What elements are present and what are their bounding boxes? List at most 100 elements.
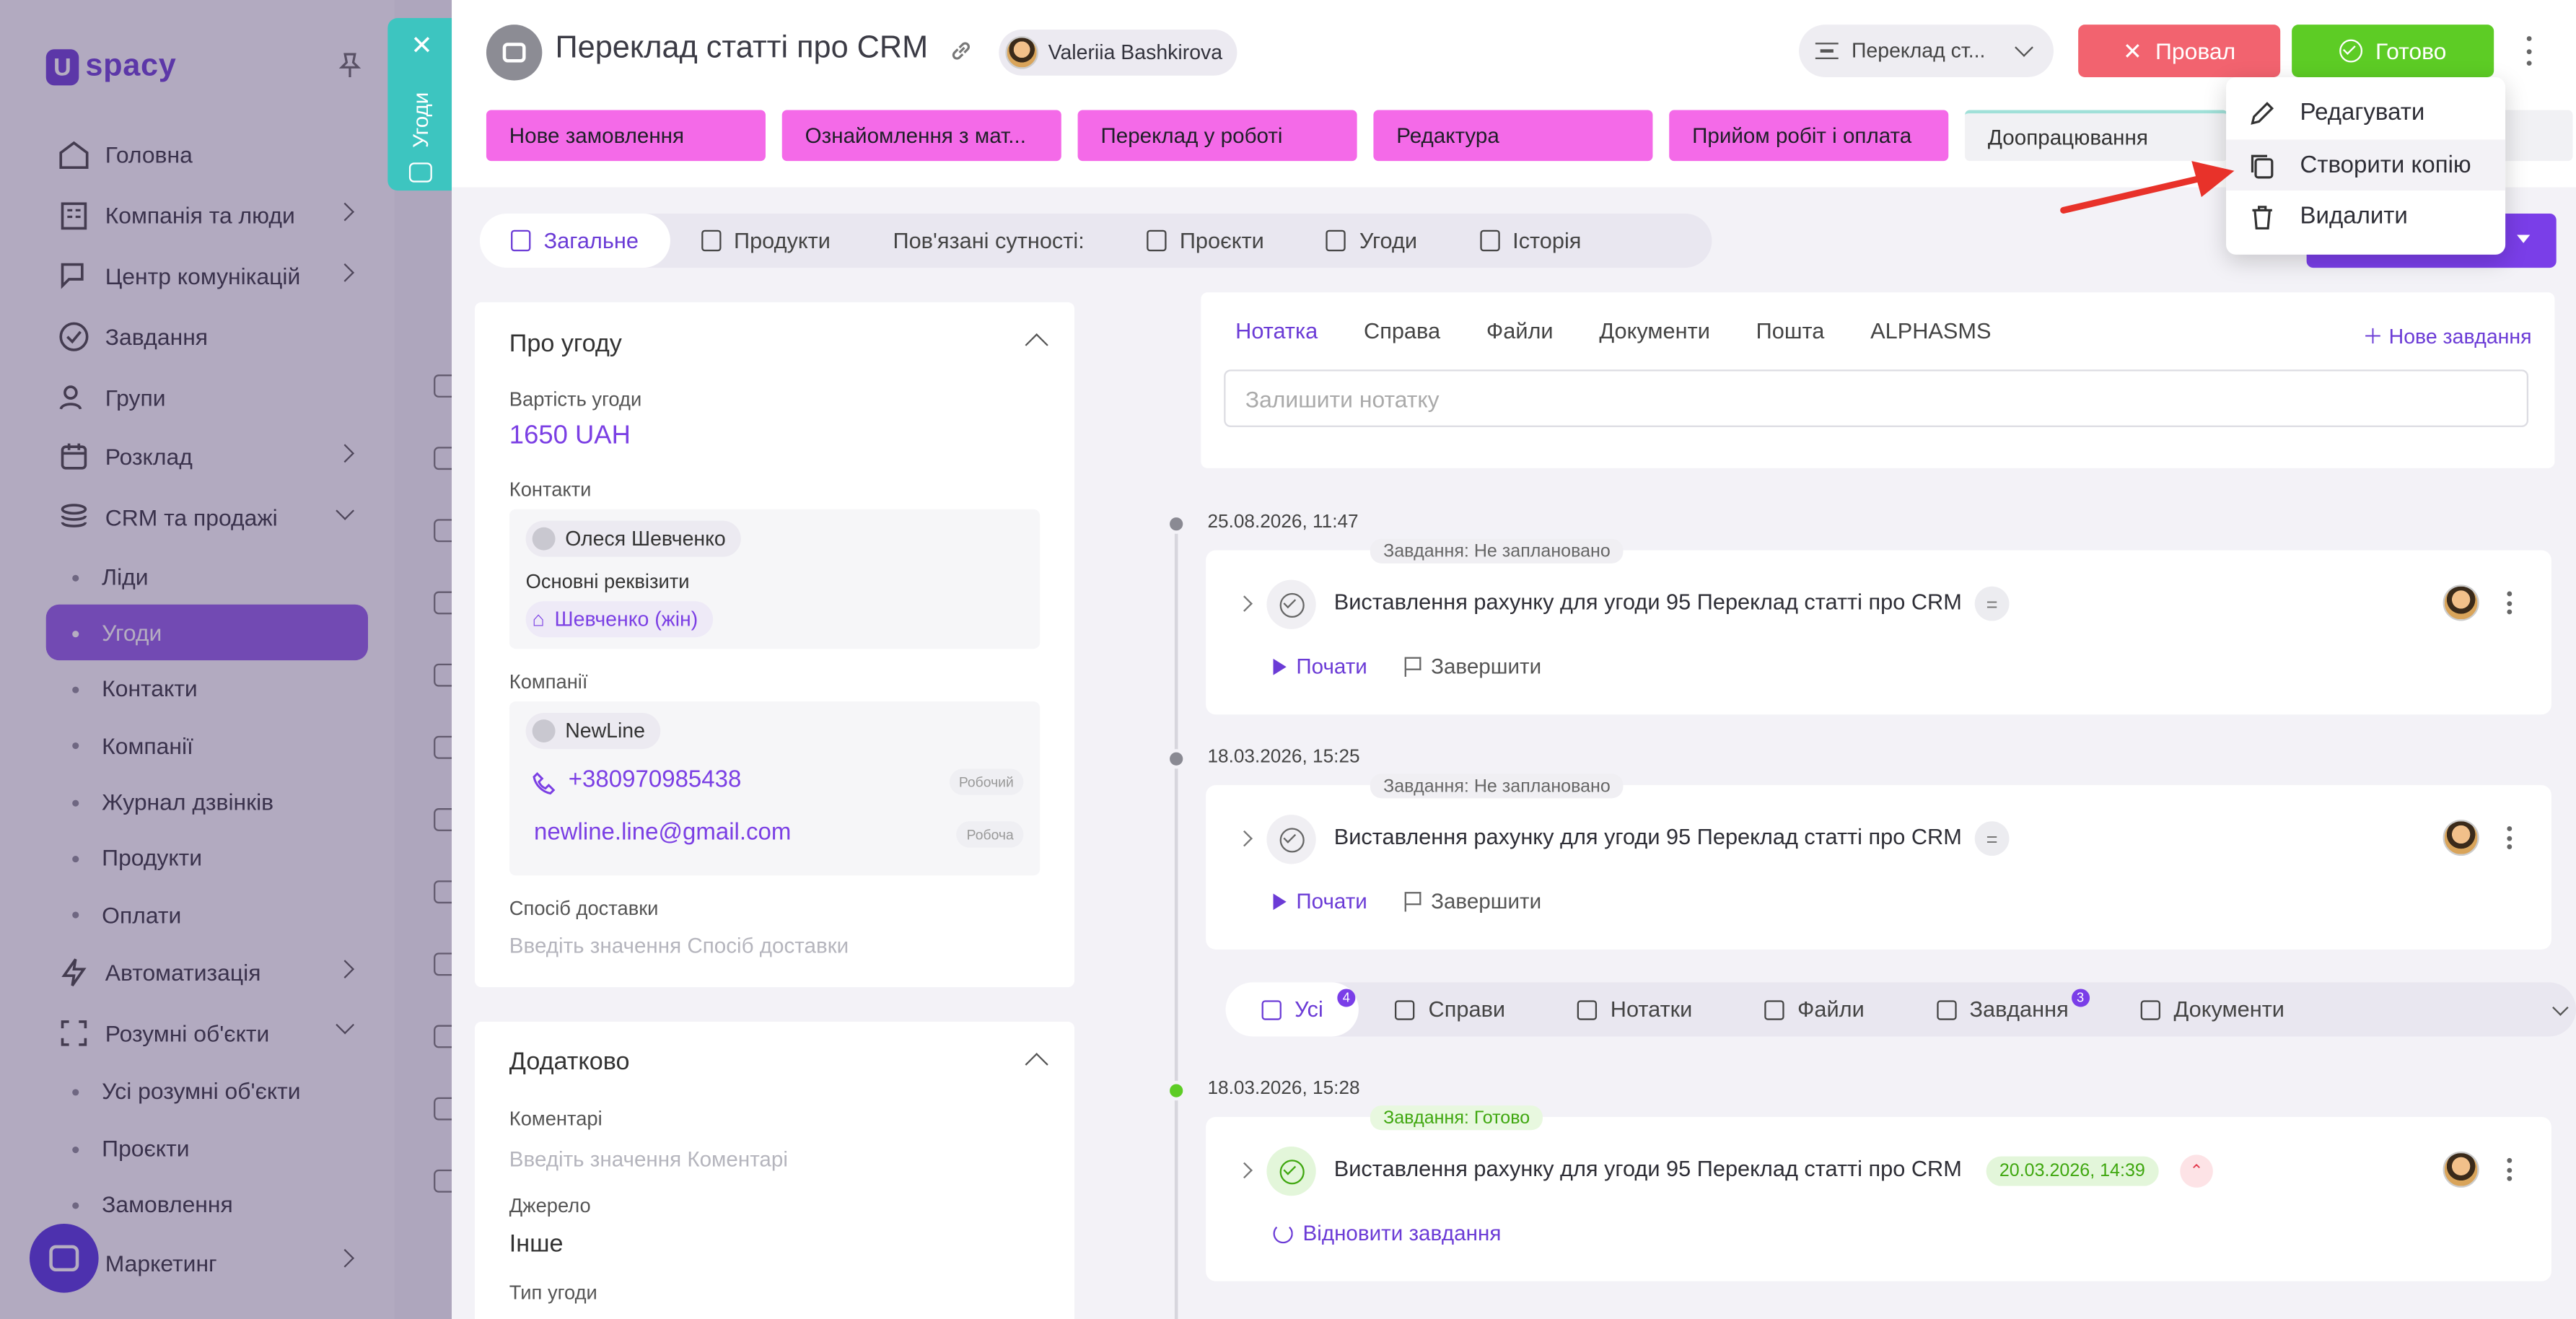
owner-chip[interactable]: Valeriia Bashkirova	[999, 29, 1237, 76]
tab-history[interactable]: Історія	[1448, 214, 1612, 268]
check-circle-icon	[1279, 1159, 1304, 1184]
finish-task-button[interactable]: Завершити	[1404, 888, 1542, 913]
chevron-right-icon[interactable]	[1236, 830, 1253, 847]
stage-new-order[interactable]: Нове замовлення	[486, 110, 766, 162]
chevron-up-icon[interactable]	[1025, 1053, 1048, 1077]
filter-all[interactable]: Усі 4	[1225, 982, 1359, 1037]
email-link[interactable]: newline.line@gmail.com	[534, 820, 791, 846]
start-task-button[interactable]: Почати	[1273, 654, 1367, 678]
source-value[interactable]: Інше	[509, 1230, 564, 1258]
composer-tab-case[interactable]: Справа	[1364, 319, 1440, 343]
field-label: Контакти	[509, 478, 592, 501]
tab-general[interactable]: Загальне	[479, 213, 670, 268]
fail-button[interactable]: ✕ Провал	[2078, 25, 2281, 77]
field-label: Тип угоди	[509, 1281, 597, 1305]
composer-tab-note[interactable]: Нотатка	[1235, 319, 1318, 343]
finish-task-button[interactable]: Завершити	[1404, 654, 1541, 678]
restore-label: Відновити завдання	[1302, 1220, 1502, 1245]
file-icon	[1764, 999, 1784, 1020]
building-icon: ⌂	[532, 608, 545, 631]
extra-card: Додатково Коментарі Введіть значення Ком…	[474, 1021, 1075, 1319]
menu-item-copy[interactable]: Створити копію	[2226, 139, 2506, 191]
company-name: NewLine	[565, 719, 645, 742]
comments-input[interactable]: Введіть значення Коментарі	[509, 1147, 788, 1171]
task-title[interactable]: Виставлення рахунку для угоди 95 Перекла…	[1334, 825, 1962, 849]
stage-review[interactable]: Ознайомлення з мат...	[781, 110, 1061, 162]
menu-item-delete[interactable]: Видалити	[2226, 190, 2505, 242]
tab-products[interactable]: Продукти	[670, 214, 862, 268]
document-icon	[2140, 999, 2161, 1020]
task-more-button[interactable]	[2507, 826, 2513, 849]
task-check-button[interactable]	[1266, 815, 1316, 864]
restore-task-button[interactable]: Відновити завдання	[1273, 1220, 1502, 1245]
task-more-button[interactable]	[2507, 591, 2513, 615]
field-label: Компанії	[509, 670, 588, 693]
tab-label: Пов'язані сутності:	[893, 228, 1085, 253]
stage-acceptance[interactable]: Прийом робіт і оплата	[1669, 110, 1949, 162]
filter-documents[interactable]: Документи	[2105, 982, 2321, 1036]
delivery-input[interactable]: Введіть значення Спосіб доставки	[509, 933, 849, 958]
stage-translation[interactable]: Переклад у роботі	[1077, 110, 1357, 162]
task-more-button[interactable]	[2507, 1157, 2513, 1181]
more-menu-button[interactable]	[2520, 36, 2537, 66]
side-tab-deals[interactable]: ✕ Угоди	[387, 18, 452, 191]
flag-icon	[1404, 656, 1421, 676]
status-badge: Завдання: Готово	[1370, 1105, 1543, 1131]
new-task-button[interactable]: ＋ Нове завдання	[2362, 319, 2531, 350]
menu-item-edit[interactable]: Редагувати	[2226, 87, 2505, 139]
composer-tab-files[interactable]: Файли	[1486, 319, 1554, 343]
tab-related-label: Пов'язані сутності:	[862, 214, 1116, 268]
task-check-button[interactable]	[1266, 579, 1316, 629]
company-box: NewLine +380970985438 Робочий newline.li…	[509, 701, 1041, 876]
priority-high-icon: ⌃	[2180, 1154, 2213, 1188]
close-icon[interactable]: ✕	[411, 34, 433, 61]
composer-tabs: Нотатка Справа Файли Документи Пошта ALP…	[1235, 319, 1991, 343]
filter-label: Нотатки	[1610, 996, 1693, 1022]
check-circle-icon	[2339, 39, 2362, 63]
note-input[interactable]: Залишити нотатку	[1224, 369, 2528, 427]
email-type-tag: Робоча	[957, 821, 1024, 848]
avatar[interactable]	[2443, 1151, 2479, 1188]
finish-label: Завершити	[1431, 888, 1542, 913]
composer-tab-sms[interactable]: ALPHASMS	[1870, 319, 1991, 343]
filter-tasks[interactable]: Завдання 3	[1901, 982, 2105, 1036]
filter-cases[interactable]: Справи	[1359, 982, 1541, 1036]
task-check-button[interactable]	[1266, 1146, 1316, 1196]
card-title: Про угоду	[509, 330, 622, 359]
deal-value[interactable]: 1650 UAH	[509, 422, 631, 452]
deal-avatar	[486, 25, 543, 81]
link-icon[interactable]	[950, 40, 973, 63]
flag-icon	[1404, 891, 1421, 911]
tab-deals[interactable]: Угоди	[1295, 214, 1448, 268]
trash-icon	[2252, 206, 2272, 230]
done-button[interactable]: Готово	[2292, 25, 2494, 77]
filter-notes[interactable]: Нотатки	[1541, 982, 1728, 1036]
company-chip[interactable]: NewLine	[525, 713, 660, 750]
modal-backdrop[interactable]	[0, 0, 452, 1319]
task-title[interactable]: Виставлення рахунку для угоди 95 Перекла…	[1334, 590, 1962, 614]
timeline-date: 18.03.2026, 15:28	[1207, 1079, 1360, 1099]
funnel-select[interactable]: Переклад ст...	[1799, 25, 2054, 77]
filter-label: Документи	[2173, 996, 2284, 1022]
chevron-right-icon[interactable]	[1236, 595, 1253, 612]
composer-tab-documents[interactable]: Документи	[1599, 319, 1710, 343]
chevron-down-icon[interactable]	[2552, 999, 2569, 1016]
start-task-button[interactable]: Почати	[1273, 889, 1367, 913]
composer-tab-mail[interactable]: Пошта	[1756, 319, 1825, 343]
task-card: Завдання: Готово Виставлення рахунку для…	[1206, 1105, 2551, 1281]
task-title[interactable]: Виставлення рахунку для угоди 95 Перекла…	[1334, 1157, 1962, 1181]
tab-projects[interactable]: Проєкти	[1116, 214, 1295, 268]
tab-label: Історія	[1512, 228, 1582, 253]
avatar[interactable]	[2443, 584, 2479, 621]
chevron-up-icon[interactable]	[1025, 333, 1048, 357]
requisite-chip[interactable]: ⌂ Шевченко (жін)	[525, 601, 713, 638]
stage-editing[interactable]: Редактура	[1373, 110, 1653, 162]
filter-files[interactable]: Файли	[1728, 982, 1900, 1036]
avatar[interactable]	[2443, 819, 2479, 856]
contact-chip[interactable]: Олеся Шевченко	[525, 520, 741, 557]
chevron-right-icon[interactable]	[1236, 1162, 1253, 1179]
stage-revision[interactable]: Доопрацювання	[1965, 110, 2228, 162]
phone-link[interactable]: +380970985438	[569, 767, 742, 793]
phone-type-tag: Робочий	[949, 768, 1024, 795]
requisite-name: Шевченко (жін)	[554, 608, 698, 631]
